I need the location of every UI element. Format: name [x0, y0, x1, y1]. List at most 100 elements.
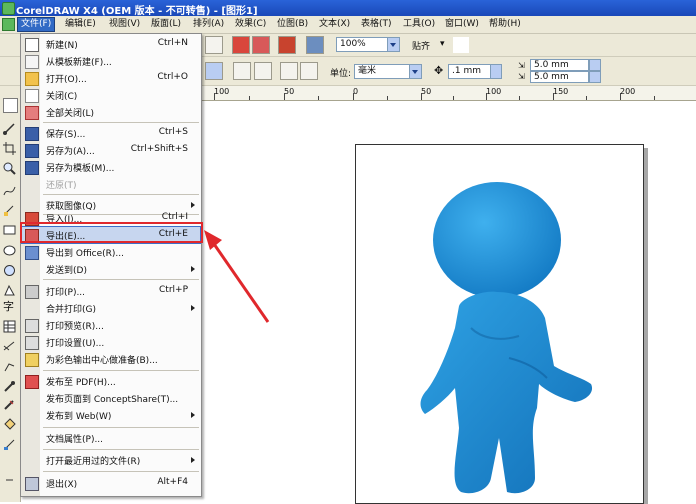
options-icon[interactable]	[452, 36, 470, 54]
new-document-icon	[25, 38, 39, 52]
submenu-arrow-icon	[191, 412, 195, 418]
undo-icon[interactable]	[205, 36, 223, 54]
menu-item-save-as[interactable]: 另存为(A)... Ctrl+Shift+S	[22, 142, 200, 158]
submenu-arrow-icon	[191, 457, 195, 463]
text-tool-icon[interactable]: 字	[3, 300, 16, 313]
save-icon	[25, 127, 39, 141]
menu-edit[interactable]: 编辑(E)	[62, 18, 99, 31]
zoom-level-combo[interactable]: 100%	[336, 37, 389, 52]
ellipse-tool-icon[interactable]	[3, 244, 16, 257]
menu-item-print[interactable]: 打印(P)... Ctrl+P	[22, 283, 200, 299]
app-launcher-icon[interactable]	[278, 36, 296, 54]
menu-item-close-all[interactable]: 全部关闭(L)	[22, 104, 200, 120]
template-icon	[25, 55, 39, 69]
rectangle-tool-icon[interactable]	[3, 224, 16, 237]
coreldraw-app-icon	[2, 2, 15, 15]
open-folder-icon	[25, 72, 39, 86]
table-tool-icon[interactable]	[3, 320, 16, 333]
welcome-screen-icon[interactable]	[306, 36, 324, 54]
snap-dropdown-arrow[interactable]: ▾	[440, 39, 445, 49]
menu-item-new[interactable]: 新建(N) Ctrl+N	[22, 36, 200, 52]
menu-item-send-to[interactable]: 发送到(D)	[22, 261, 200, 277]
print-setup-icon	[25, 336, 39, 350]
document-icon[interactable]	[2, 18, 15, 31]
menu-item-document-properties[interactable]: 文档属性(P)...	[22, 430, 200, 446]
fill-tool-icon[interactable]	[3, 418, 16, 431]
menu-effects[interactable]: 效果(C)	[232, 18, 269, 31]
menu-item-publish-conceptshare[interactable]: 发布页面到 ConceptShare(T)...	[22, 390, 200, 406]
portrait-icon[interactable]	[233, 62, 251, 80]
eyedropper-tool-icon[interactable]	[3, 380, 16, 393]
exit-icon	[25, 477, 39, 491]
duplicate-y-spinner[interactable]	[589, 71, 601, 83]
snap-to-menu[interactable]: 贴齐	[412, 39, 430, 52]
menu-item-publish-pdf[interactable]: 发布至 PDF(H)...	[22, 373, 200, 389]
menu-arrange[interactable]: 排列(A)	[190, 18, 227, 31]
ruler-label: 150	[553, 87, 569, 96]
menu-item-print-preview[interactable]: 打印预览(R)...	[22, 317, 200, 333]
menu-view[interactable]: 视图(V)	[106, 18, 143, 31]
outline-tool-icon[interactable]	[3, 398, 16, 411]
connector-tool-icon[interactable]	[3, 360, 16, 373]
units-combo[interactable]: 毫米	[354, 64, 411, 79]
duplicate-distance-y-input[interactable]: 5.0 mm	[530, 71, 589, 83]
menu-item-revert: 还原(T)	[46, 181, 77, 191]
menu-item-save-as-template[interactable]: 另存为模板(M)...	[22, 159, 200, 175]
polygon-tool-icon[interactable]	[3, 264, 16, 277]
menu-text[interactable]: 文本(X)	[316, 18, 353, 31]
duplicate-distance-x-input[interactable]: 5.0 mm	[530, 59, 589, 71]
menu-item-publish-web[interactable]: 发布到 Web(W)	[22, 407, 200, 423]
menu-item-export-office[interactable]: 导出到 Office(R)...	[22, 244, 200, 260]
window-title: CorelDRAW X4 (OEM 版本 - 不可转售) - [图形1]	[16, 6, 258, 17]
toolbox-more-icon[interactable]	[3, 474, 16, 487]
shape-tool-icon[interactable]	[3, 122, 16, 135]
ruler-label: 50	[284, 87, 295, 96]
current-page-icon[interactable]	[300, 62, 318, 80]
print-preview-icon	[25, 319, 39, 333]
all-pages-icon[interactable]	[280, 62, 298, 80]
menu-layout[interactable]: 版面(L)	[148, 18, 184, 31]
landscape-icon[interactable]	[254, 62, 272, 80]
crop-tool-icon[interactable]	[3, 142, 16, 155]
zoom-tool-icon[interactable]	[3, 162, 16, 175]
blue-figure-illustration[interactable]	[369, 178, 609, 500]
ruler-label: 100	[486, 87, 502, 96]
interactive-fill-tool-icon[interactable]	[3, 438, 16, 451]
nudge-spinner[interactable]	[490, 64, 502, 79]
units-dropdown-button[interactable]	[409, 64, 422, 79]
smart-fill-tool-icon[interactable]	[3, 204, 16, 217]
menu-item-prepare-output[interactable]: 为彩色输出中心做准备(B)...	[22, 351, 200, 367]
menu-tools[interactable]: 工具(O)	[400, 18, 438, 31]
menu-item-new-from-template[interactable]: 从模板新建(F)...	[22, 53, 200, 69]
print-icon	[25, 285, 39, 299]
export-toolbar-icon[interactable]	[252, 36, 270, 54]
pick-tool-icon[interactable]	[3, 98, 18, 113]
export-office-icon	[25, 246, 39, 260]
menu-item-print-setup[interactable]: 打印设置(U)...	[22, 334, 200, 350]
menu-item-close[interactable]: 关闭(C)	[22, 87, 200, 103]
menu-window[interactable]: 窗口(W)	[442, 18, 482, 31]
nudge-distance-input[interactable]: .1 mm	[448, 64, 491, 79]
page-size-spinner[interactable]	[205, 62, 223, 80]
horizontal-ruler[interactable]: 100 50 0 50 100 150 200	[200, 86, 696, 101]
menu-table[interactable]: 表格(T)	[358, 18, 395, 31]
menu-item-save[interactable]: 保存(S)... Ctrl+S	[22, 125, 200, 141]
dimension-tool-icon[interactable]	[3, 340, 16, 353]
menu-item-open[interactable]: 打开(O)... Ctrl+O	[22, 70, 200, 86]
freehand-tool-icon[interactable]	[3, 184, 16, 197]
duplicate-x-spinner[interactable]	[589, 59, 601, 71]
prepare-output-icon	[25, 353, 39, 367]
menu-item-recent-files[interactable]: 打开最近用过的文件(R)	[22, 452, 200, 468]
import-toolbar-icon[interactable]	[232, 36, 250, 54]
pdf-icon	[25, 375, 39, 389]
basic-shapes-tool-icon[interactable]	[3, 284, 16, 297]
figure-body	[420, 291, 593, 494]
menu-item-exit[interactable]: 退出(X) Alt+F4	[22, 475, 200, 491]
close-all-icon	[25, 106, 39, 120]
menu-help[interactable]: 帮助(H)	[486, 18, 524, 31]
menu-bitmaps[interactable]: 位图(B)	[274, 18, 311, 31]
menu-item-print-merge[interactable]: 合并打印(G)	[22, 300, 200, 316]
title-bar: CorelDRAW X4 (OEM 版本 - 不可转售) - [图形1]	[0, 0, 696, 17]
zoom-dropdown-button[interactable]	[387, 37, 400, 52]
menu-file[interactable]: 文件(F)	[17, 17, 56, 32]
